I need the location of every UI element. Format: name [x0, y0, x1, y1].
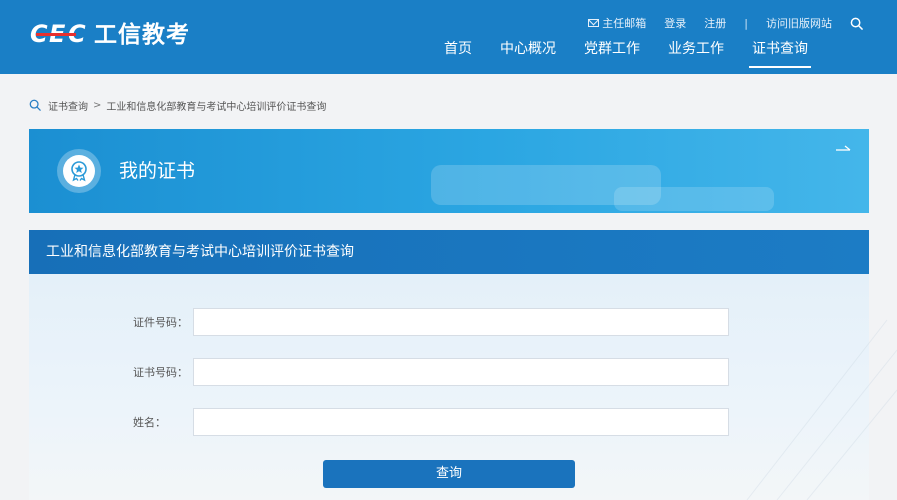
site-header: CEC 工信教考 主任邮箱 登录 注册 | 访问旧版网站 首页 中心概况 党群工… [0, 0, 897, 74]
name-input[interactable] [193, 408, 729, 436]
id-number-input[interactable] [193, 308, 729, 336]
certificate-number-label: 证书号码： [133, 366, 188, 379]
old-site-link[interactable]: 访问旧版网站 [766, 15, 832, 31]
search-icon [29, 99, 41, 111]
background-decoration [746, 319, 897, 500]
nav-center-overview[interactable]: 中心概况 [500, 40, 556, 68]
id-number-label: 证件号码： [133, 316, 188, 329]
certificate-number-input[interactable] [193, 358, 729, 386]
query-panel-header: 工业和信息化部教育与考试中心培训评价证书查询 [29, 230, 869, 274]
arrow-right-icon[interactable] [835, 143, 851, 153]
breadcrumb-separator: > [93, 99, 102, 111]
nav-home[interactable]: 首页 [444, 40, 472, 68]
main-nav: 首页 中心概况 党群工作 业务工作 证书查询 [430, 40, 822, 70]
site-logo[interactable]: CEC 工信教考 [30, 18, 190, 52]
banner-title: 我的证书 [119, 160, 196, 182]
award-badge-icon [57, 149, 101, 193]
mailbox-label: 主任邮箱 [602, 17, 647, 30]
nav-party-work[interactable]: 党群工作 [584, 40, 640, 68]
query-panel-title: 工业和信息化部教育与考试中心培训评价证书查询 [46, 244, 354, 260]
cec-logo-mark: CEC [30, 20, 86, 48]
login-link[interactable]: 登录 [664, 15, 686, 31]
mail-icon [588, 19, 600, 27]
top-links: 主任邮箱 登录 注册 | 访问旧版网站 [588, 14, 863, 32]
name-label: 姓名： [133, 416, 166, 429]
mailbox-link[interactable]: 主任邮箱 [588, 15, 646, 31]
breadcrumb-root[interactable]: 证书查询 [48, 98, 88, 113]
search-icon[interactable] [850, 17, 863, 30]
my-certificate-banner: 我的证书 [29, 129, 869, 213]
nav-business-work[interactable]: 业务工作 [668, 40, 724, 68]
nav-certificate-query[interactable]: 证书查询 [749, 40, 811, 68]
breadcrumb: 证书查询 > 工业和信息化部教育与考试中心培训评价证书查询 [29, 97, 326, 113]
breadcrumb-current[interactable]: 工业和信息化部教育与考试中心培训评价证书查询 [106, 98, 326, 113]
query-button[interactable]: 查询 [323, 460, 575, 488]
logo-text: 工信教考 [94, 22, 190, 48]
link-separator: | [744, 16, 748, 30]
banner-decoration [614, 187, 774, 211]
register-link[interactable]: 注册 [704, 15, 726, 31]
